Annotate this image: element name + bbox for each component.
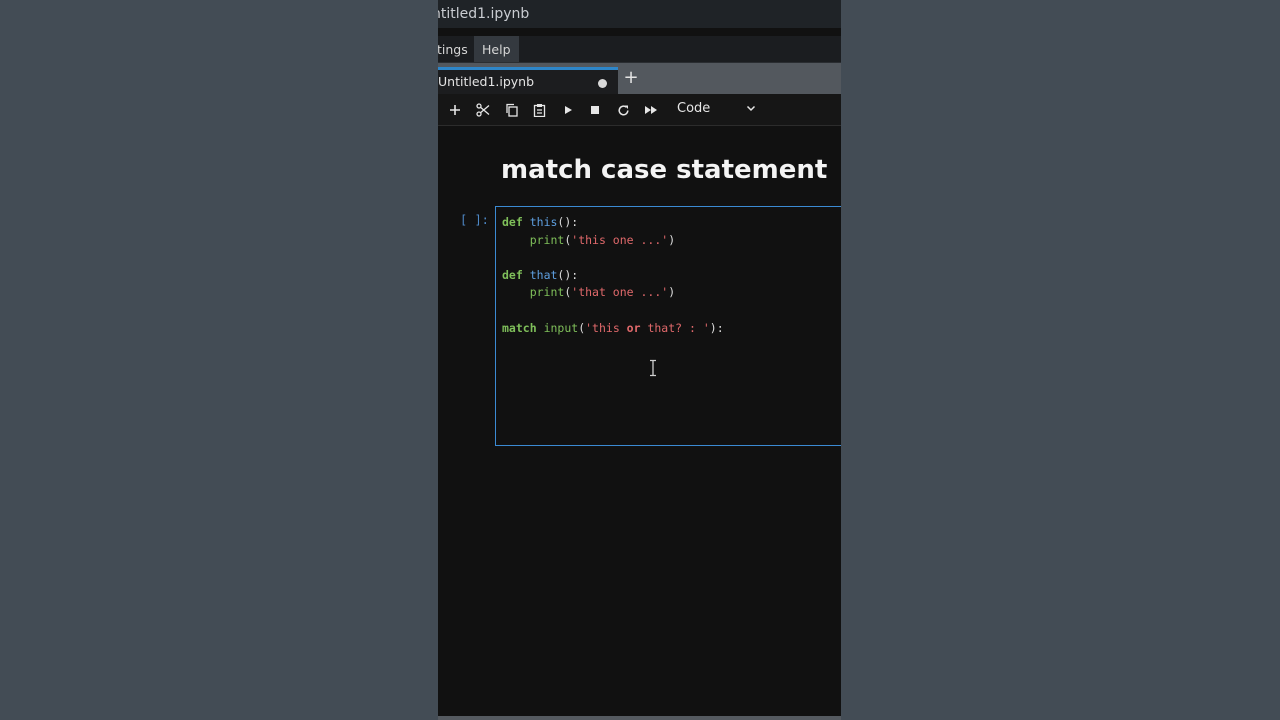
punct-token: ) [668, 232, 676, 247]
keyword-token: def [502, 267, 523, 282]
builtin-token: print [529, 232, 565, 247]
code-cell-editor[interactable]: def this(): print('this one ...') def th… [495, 206, 841, 446]
markdown-heading: match case statement [501, 155, 828, 185]
cell-type-value: Code [677, 101, 711, 116]
indent-token [502, 285, 530, 299]
string-token: 'this one ...' [571, 232, 669, 247]
code-line: def that(): [502, 268, 578, 282]
keyword-token: match [502, 320, 537, 335]
menu-bar: tings Help [438, 36, 841, 63]
menu-settings[interactable]: tings [438, 36, 476, 62]
function-name-token: this [529, 215, 558, 229]
window-titlebar: ntitled1.ipynb [438, 0, 841, 28]
run-all-button[interactable] [642, 101, 660, 119]
restart-button[interactable] [614, 101, 632, 119]
cell-prompt: [ ]: [460, 213, 489, 227]
string-token: 'this [585, 320, 627, 335]
code-line: print('this one ...') [502, 233, 675, 247]
keyword-token: def [502, 215, 523, 229]
stop-icon [591, 106, 599, 114]
string-token: that? : ' [640, 320, 710, 335]
punct-token: (): [557, 215, 579, 229]
builtin-token: print [529, 285, 565, 300]
menu-help[interactable]: Help [474, 36, 519, 62]
window-title: ntitled1.ipynb [438, 6, 530, 22]
tab-bar: Untitled1.ipynb + [438, 63, 841, 94]
interrupt-button[interactable] [586, 101, 604, 119]
string-token: 'that one ...' [571, 285, 669, 300]
plus-icon [450, 105, 460, 115]
function-name-token: that [529, 267, 558, 282]
code-line: print('that one ...') [502, 285, 675, 299]
code-line: match input('this or that? : '): [502, 321, 724, 335]
insert-cell-button[interactable] [446, 101, 464, 119]
notebook-toolbar: Code [438, 94, 841, 126]
builtin-token: input [543, 320, 579, 335]
status-bar [438, 716, 841, 720]
tab-title: Untitled1.ipynb [438, 74, 535, 89]
punct-token: (): [557, 267, 579, 282]
code-line: def this(): [502, 215, 578, 229]
paste-icon [533, 104, 545, 117]
run-button[interactable] [559, 101, 577, 119]
operator-token: or [626, 320, 641, 335]
new-tab-button[interactable]: + [623, 68, 639, 88]
fast-forward-icon [645, 106, 657, 114]
restart-icon [617, 104, 629, 116]
cell-type-select[interactable]: Code [670, 98, 760, 120]
code-text[interactable]: def this(): print('this one ...') def th… [502, 214, 724, 337]
cut-button[interactable] [474, 101, 492, 119]
copy-icon [505, 103, 518, 117]
jupyterlab-window: ntitled1.ipynb tings Help Untitled1.ipyn… [438, 0, 841, 720]
chevron-down-icon [746, 105, 756, 112]
run-icon [565, 106, 572, 114]
unsaved-dot-icon[interactable] [598, 79, 607, 88]
scissors-icon [476, 103, 490, 117]
text-cursor-icon [650, 359, 656, 377]
tab-untitled1[interactable]: Untitled1.ipynb [438, 67, 618, 94]
punct-token: ) [668, 285, 676, 300]
punct-token: ): [709, 320, 724, 335]
indent-token [502, 233, 530, 247]
paste-button[interactable] [530, 101, 548, 119]
copy-button[interactable] [502, 101, 520, 119]
